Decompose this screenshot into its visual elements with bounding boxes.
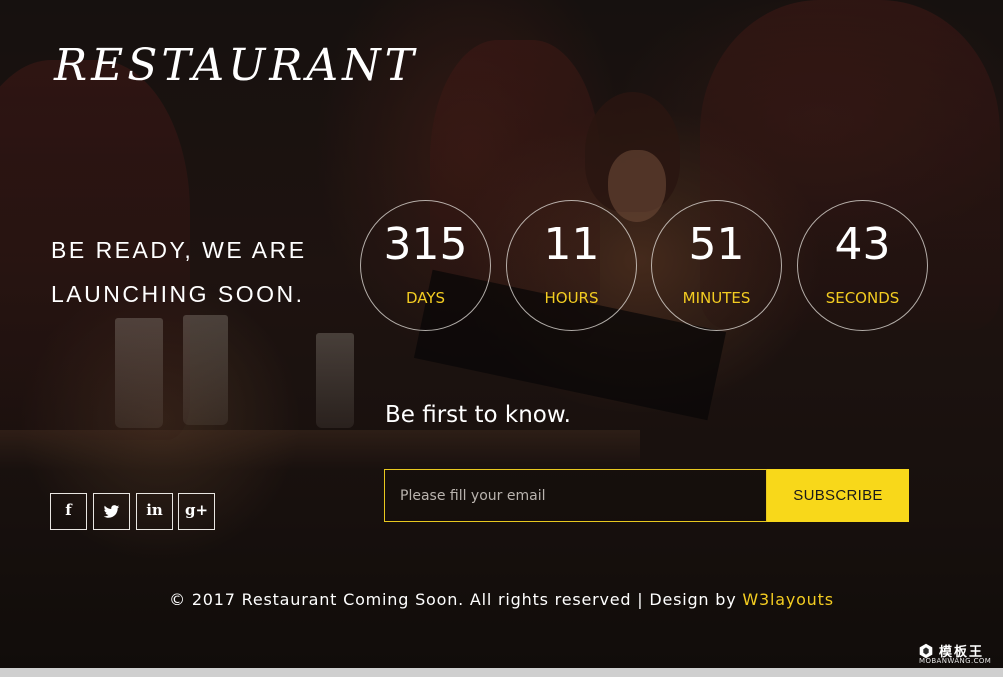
linkedin-icon: in: [146, 501, 163, 519]
countdown-timer: 315 DAYS 11 HOURS 51 MINUTES 43 SECONDS: [360, 200, 932, 334]
background-overlay: [0, 0, 1003, 677]
countdown-hours-label: HOURS: [544, 289, 599, 307]
facebook-icon: f: [65, 501, 72, 519]
subscribe-form: SUBSCRIBE: [384, 469, 909, 522]
site-watermark: 模板王 MOBANWANG.COM: [917, 641, 999, 665]
copyright-text: © 2017 Restaurant Coming Soon. All right…: [169, 590, 743, 609]
linkedin-link[interactable]: in: [136, 493, 173, 530]
countdown-days-label: DAYS: [405, 289, 446, 307]
watermark-en-text: MOBANWANG.COM: [919, 657, 992, 665]
countdown-minutes: 51 MINUTES: [651, 200, 782, 331]
countdown-hours: 11 HOURS: [506, 200, 637, 331]
countdown-seconds-value: 43: [834, 219, 891, 270]
countdown-minutes-value: 51: [688, 219, 745, 270]
tagline-line-2: LAUNCHING SOON.: [51, 281, 305, 307]
launch-tagline: BE READY, WE ARE LAUNCHING SOON.: [51, 228, 351, 316]
background-photo: [0, 0, 1003, 677]
subscribe-button[interactable]: SUBSCRIBE: [767, 469, 909, 522]
footer-copyright: © 2017 Restaurant Coming Soon. All right…: [0, 590, 1003, 609]
countdown-hours-value: 11: [543, 219, 600, 270]
tagline-line-1: BE READY, WE ARE: [51, 237, 307, 263]
facebook-link[interactable]: f: [50, 493, 87, 530]
subscribe-heading: Be first to know.: [385, 402, 571, 428]
countdown-seconds: 43 SECONDS: [797, 200, 928, 331]
bottom-strip: [0, 668, 1003, 677]
countdown-days-value: 315: [383, 219, 468, 270]
twitter-icon: [103, 505, 120, 518]
twitter-link[interactable]: [93, 493, 130, 530]
email-input[interactable]: [384, 469, 767, 522]
w3layouts-link[interactable]: W3layouts: [742, 590, 833, 609]
google-plus-link[interactable]: g+: [178, 493, 215, 530]
google-plus-icon: g+: [184, 501, 209, 519]
countdown-minutes-label: MINUTES: [682, 289, 751, 307]
countdown-seconds-label: SECONDS: [825, 289, 900, 307]
countdown-days: 315 DAYS: [360, 200, 491, 331]
logo[interactable]: RESTAURANT: [54, 40, 418, 91]
